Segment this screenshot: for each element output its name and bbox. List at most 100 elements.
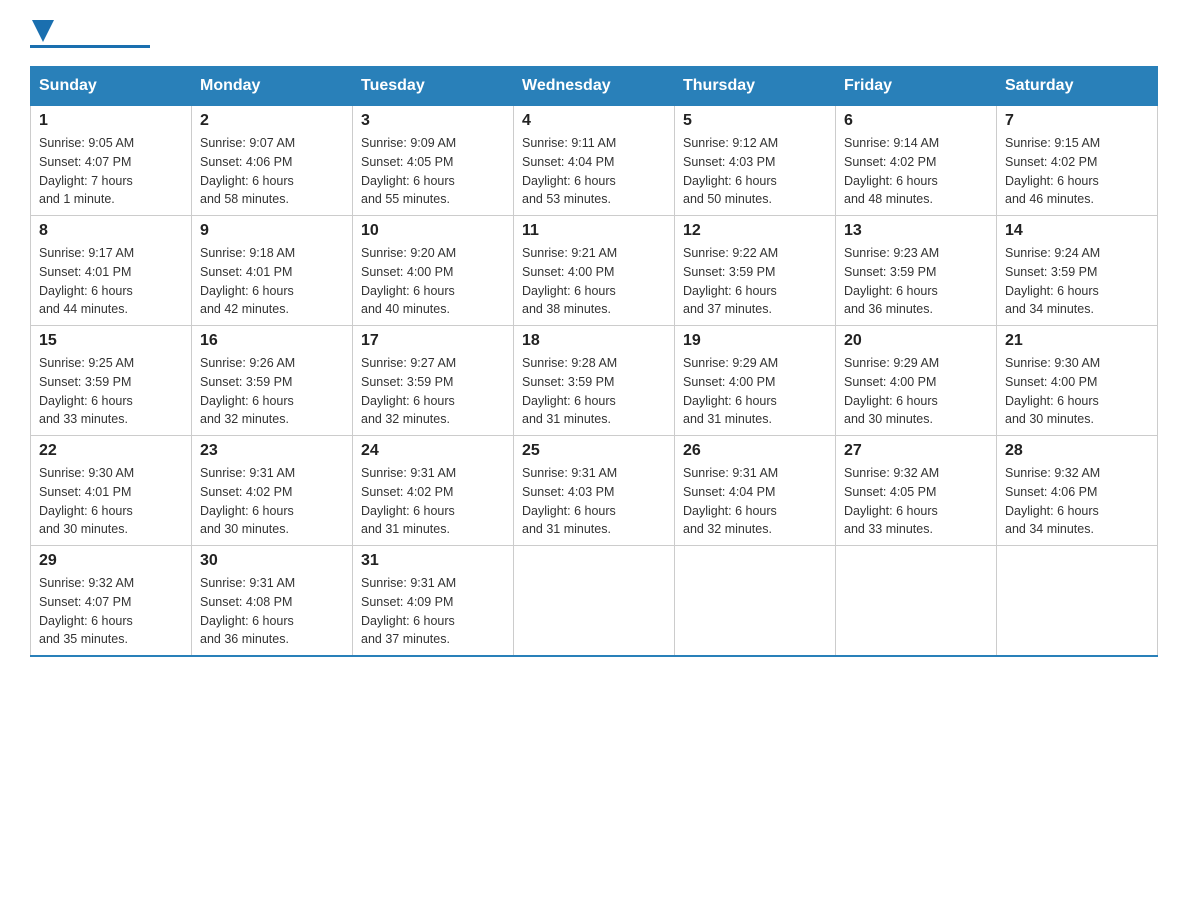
day-info: Sunrise: 9:12 AM Sunset: 4:03 PM Dayligh…: [683, 134, 827, 209]
day-header-wednesday: Wednesday: [514, 67, 675, 106]
day-info: Sunrise: 9:15 AM Sunset: 4:02 PM Dayligh…: [1005, 134, 1149, 209]
calendar-week-row: 29 Sunrise: 9:32 AM Sunset: 4:07 PM Dayl…: [31, 546, 1158, 657]
calendar-day-cell: 11 Sunrise: 9:21 AM Sunset: 4:00 PM Dayl…: [514, 216, 675, 326]
calendar-day-cell: 27 Sunrise: 9:32 AM Sunset: 4:05 PM Dayl…: [836, 436, 997, 546]
day-info: Sunrise: 9:18 AM Sunset: 4:01 PM Dayligh…: [200, 244, 344, 319]
calendar-day-cell: 20 Sunrise: 9:29 AM Sunset: 4:00 PM Dayl…: [836, 326, 997, 436]
calendar-day-cell: 10 Sunrise: 9:20 AM Sunset: 4:00 PM Dayl…: [353, 216, 514, 326]
day-info: Sunrise: 9:32 AM Sunset: 4:05 PM Dayligh…: [844, 464, 988, 539]
day-number: 13: [844, 222, 988, 240]
day-number: 20: [844, 332, 988, 350]
day-number: 17: [361, 332, 505, 350]
day-number: 7: [1005, 112, 1149, 130]
day-info: Sunrise: 9:27 AM Sunset: 3:59 PM Dayligh…: [361, 354, 505, 429]
day-number: 6: [844, 112, 988, 130]
day-info: Sunrise: 9:21 AM Sunset: 4:00 PM Dayligh…: [522, 244, 666, 319]
page-header: [30, 20, 1158, 46]
day-info: Sunrise: 9:09 AM Sunset: 4:05 PM Dayligh…: [361, 134, 505, 209]
day-info: Sunrise: 9:31 AM Sunset: 4:02 PM Dayligh…: [361, 464, 505, 539]
day-number: 15: [39, 332, 183, 350]
calendar-week-row: 1 Sunrise: 9:05 AM Sunset: 4:07 PM Dayli…: [31, 106, 1158, 216]
day-header-sunday: Sunday: [31, 67, 192, 106]
calendar-day-cell: 17 Sunrise: 9:27 AM Sunset: 3:59 PM Dayl…: [353, 326, 514, 436]
calendar-day-cell: [997, 546, 1158, 657]
calendar-day-cell: 14 Sunrise: 9:24 AM Sunset: 3:59 PM Dayl…: [997, 216, 1158, 326]
calendar-day-cell: 29 Sunrise: 9:32 AM Sunset: 4:07 PM Dayl…: [31, 546, 192, 657]
day-header-saturday: Saturday: [997, 67, 1158, 106]
day-number: 8: [39, 222, 183, 240]
day-info: Sunrise: 9:07 AM Sunset: 4:06 PM Dayligh…: [200, 134, 344, 209]
calendar-day-cell: 3 Sunrise: 9:09 AM Sunset: 4:05 PM Dayli…: [353, 106, 514, 216]
calendar-day-cell: 6 Sunrise: 9:14 AM Sunset: 4:02 PM Dayli…: [836, 106, 997, 216]
logo-triangle-icon: [32, 20, 54, 42]
day-number: 29: [39, 552, 183, 570]
day-number: 10: [361, 222, 505, 240]
day-info: Sunrise: 9:05 AM Sunset: 4:07 PM Dayligh…: [39, 134, 183, 209]
calendar-day-cell: 13 Sunrise: 9:23 AM Sunset: 3:59 PM Dayl…: [836, 216, 997, 326]
day-number: 19: [683, 332, 827, 350]
day-info: Sunrise: 9:11 AM Sunset: 4:04 PM Dayligh…: [522, 134, 666, 209]
day-number: 26: [683, 442, 827, 460]
day-header-thursday: Thursday: [675, 67, 836, 106]
calendar-day-cell: 15 Sunrise: 9:25 AM Sunset: 3:59 PM Dayl…: [31, 326, 192, 436]
day-header-friday: Friday: [836, 67, 997, 106]
day-number: 25: [522, 442, 666, 460]
day-info: Sunrise: 9:14 AM Sunset: 4:02 PM Dayligh…: [844, 134, 988, 209]
day-info: Sunrise: 9:31 AM Sunset: 4:04 PM Dayligh…: [683, 464, 827, 539]
calendar-day-cell: 31 Sunrise: 9:31 AM Sunset: 4:09 PM Dayl…: [353, 546, 514, 657]
day-number: 30: [200, 552, 344, 570]
calendar-day-cell: 1 Sunrise: 9:05 AM Sunset: 4:07 PM Dayli…: [31, 106, 192, 216]
calendar-day-cell: 16 Sunrise: 9:26 AM Sunset: 3:59 PM Dayl…: [192, 326, 353, 436]
day-info: Sunrise: 9:32 AM Sunset: 4:07 PM Dayligh…: [39, 574, 183, 649]
calendar-day-cell: 12 Sunrise: 9:22 AM Sunset: 3:59 PM Dayl…: [675, 216, 836, 326]
day-number: 4: [522, 112, 666, 130]
day-info: Sunrise: 9:20 AM Sunset: 4:00 PM Dayligh…: [361, 244, 505, 319]
calendar-day-cell: 4 Sunrise: 9:11 AM Sunset: 4:04 PM Dayli…: [514, 106, 675, 216]
day-info: Sunrise: 9:32 AM Sunset: 4:06 PM Dayligh…: [1005, 464, 1149, 539]
day-number: 11: [522, 222, 666, 240]
day-number: 12: [683, 222, 827, 240]
calendar-day-cell: 8 Sunrise: 9:17 AM Sunset: 4:01 PM Dayli…: [31, 216, 192, 326]
day-info: Sunrise: 9:29 AM Sunset: 4:00 PM Dayligh…: [844, 354, 988, 429]
day-info: Sunrise: 9:30 AM Sunset: 4:01 PM Dayligh…: [39, 464, 183, 539]
day-number: 2: [200, 112, 344, 130]
day-number: 24: [361, 442, 505, 460]
calendar-day-cell: 22 Sunrise: 9:30 AM Sunset: 4:01 PM Dayl…: [31, 436, 192, 546]
day-info: Sunrise: 9:17 AM Sunset: 4:01 PM Dayligh…: [39, 244, 183, 319]
calendar-day-cell: 26 Sunrise: 9:31 AM Sunset: 4:04 PM Dayl…: [675, 436, 836, 546]
day-info: Sunrise: 9:22 AM Sunset: 3:59 PM Dayligh…: [683, 244, 827, 319]
calendar-week-row: 8 Sunrise: 9:17 AM Sunset: 4:01 PM Dayli…: [31, 216, 1158, 326]
calendar-day-cell: 9 Sunrise: 9:18 AM Sunset: 4:01 PM Dayli…: [192, 216, 353, 326]
day-info: Sunrise: 9:28 AM Sunset: 3:59 PM Dayligh…: [522, 354, 666, 429]
day-number: 16: [200, 332, 344, 350]
day-number: 18: [522, 332, 666, 350]
day-number: 9: [200, 222, 344, 240]
day-info: Sunrise: 9:29 AM Sunset: 4:00 PM Dayligh…: [683, 354, 827, 429]
day-number: 5: [683, 112, 827, 130]
day-number: 3: [361, 112, 505, 130]
day-info: Sunrise: 9:24 AM Sunset: 3:59 PM Dayligh…: [1005, 244, 1149, 319]
day-header-tuesday: Tuesday: [353, 67, 514, 106]
calendar-day-cell: 23 Sunrise: 9:31 AM Sunset: 4:02 PM Dayl…: [192, 436, 353, 546]
calendar-day-cell: 28 Sunrise: 9:32 AM Sunset: 4:06 PM Dayl…: [997, 436, 1158, 546]
day-number: 27: [844, 442, 988, 460]
calendar-day-cell: [836, 546, 997, 657]
calendar-day-cell: [675, 546, 836, 657]
calendar-day-cell: 2 Sunrise: 9:07 AM Sunset: 4:06 PM Dayli…: [192, 106, 353, 216]
day-info: Sunrise: 9:23 AM Sunset: 3:59 PM Dayligh…: [844, 244, 988, 319]
day-number: 14: [1005, 222, 1149, 240]
calendar-day-cell: 7 Sunrise: 9:15 AM Sunset: 4:02 PM Dayli…: [997, 106, 1158, 216]
calendar-day-cell: 30 Sunrise: 9:31 AM Sunset: 4:08 PM Dayl…: [192, 546, 353, 657]
calendar-header-row: SundayMondayTuesdayWednesdayThursdayFrid…: [31, 67, 1158, 106]
calendar-day-cell: 19 Sunrise: 9:29 AM Sunset: 4:00 PM Dayl…: [675, 326, 836, 436]
day-number: 23: [200, 442, 344, 460]
day-number: 28: [1005, 442, 1149, 460]
day-number: 1: [39, 112, 183, 130]
calendar-week-row: 22 Sunrise: 9:30 AM Sunset: 4:01 PM Dayl…: [31, 436, 1158, 546]
calendar-day-cell: 25 Sunrise: 9:31 AM Sunset: 4:03 PM Dayl…: [514, 436, 675, 546]
day-info: Sunrise: 9:26 AM Sunset: 3:59 PM Dayligh…: [200, 354, 344, 429]
day-number: 21: [1005, 332, 1149, 350]
day-header-monday: Monday: [192, 67, 353, 106]
day-info: Sunrise: 9:31 AM Sunset: 4:08 PM Dayligh…: [200, 574, 344, 649]
calendar-table: SundayMondayTuesdayWednesdayThursdayFrid…: [30, 66, 1158, 657]
